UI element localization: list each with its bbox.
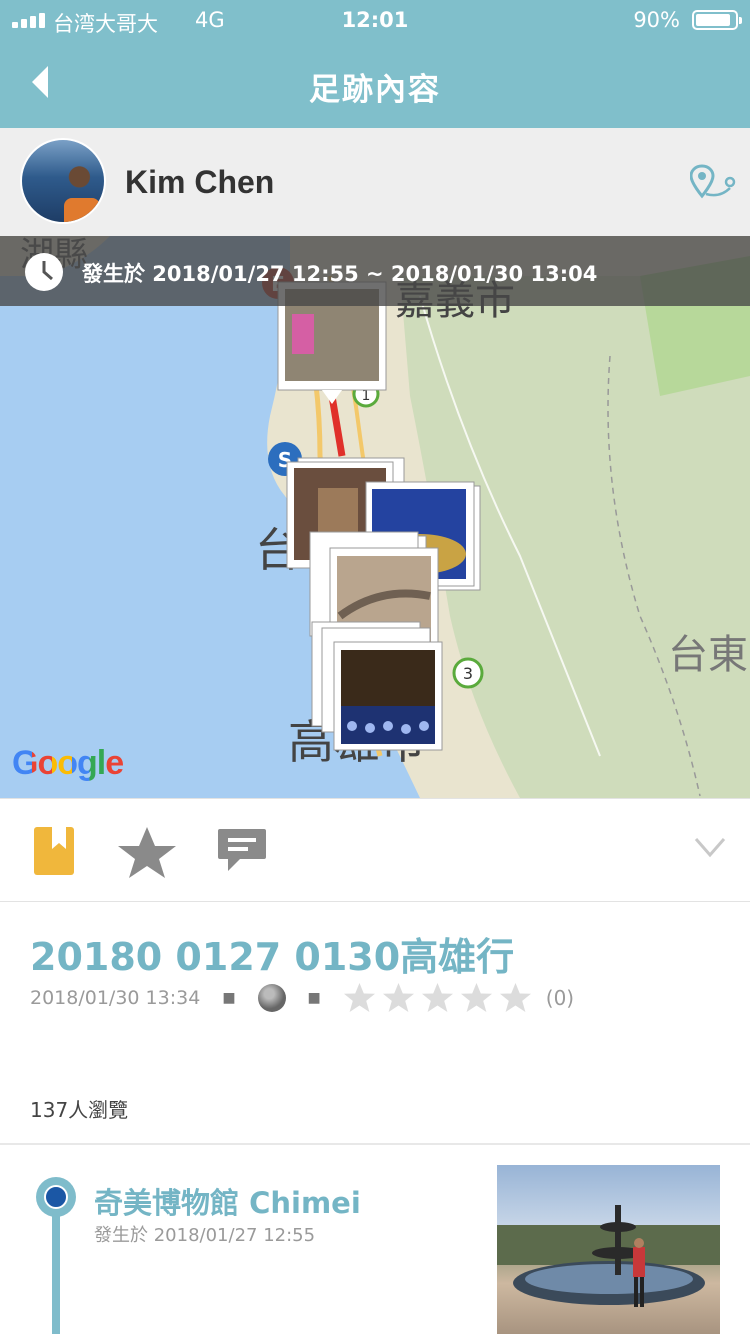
- bookmark-icon[interactable]: [32, 825, 76, 877]
- timeline-dot: [36, 1177, 76, 1217]
- map-canvas[interactable]: 湖縣 嘉義市 台 台東 高雄市 E S 1 3: [0, 236, 750, 798]
- battery-icon: [692, 10, 742, 30]
- location-pin-icon[interactable]: [690, 164, 736, 200]
- separator-dot: ■: [307, 990, 321, 1006]
- rating-count: (0): [545, 986, 575, 1010]
- footprint-time: 發生於 2018/01/27 12:55: [94, 1225, 316, 1246]
- rating-star-icon[interactable]: [382, 982, 415, 1014]
- trip-map[interactable]: 湖縣 嘉義市 台 台東 高雄市 E S 1 3: [0, 236, 750, 798]
- footprint-title[interactable]: 奇美博物館 Chimei: [94, 1180, 361, 1222]
- rating-star-icon[interactable]: [421, 982, 454, 1014]
- separator-dot: ■: [222, 990, 236, 1006]
- trip-meta: 2018/01/30 13:34 ■ ■ (0): [30, 982, 574, 1014]
- user-header: Kim Chen: [0, 128, 750, 236]
- timeline-line: [52, 1210, 60, 1334]
- globe-icon[interactable]: [257, 984, 286, 1012]
- action-bar: [0, 798, 750, 902]
- footprint-photo[interactable]: [497, 1165, 720, 1334]
- rating-star-icon[interactable]: [460, 982, 493, 1014]
- star-icon[interactable]: [116, 825, 178, 879]
- trip-title: 20180 0127 0130高雄行: [30, 935, 515, 979]
- map-label-4: 台東: [668, 632, 748, 678]
- status-bar: 台湾大哥大 4G 12:01 90%: [0, 0, 750, 40]
- divider: [0, 1143, 750, 1145]
- route-badge-3: 3: [463, 664, 473, 683]
- google-attribution: Google: [12, 744, 124, 782]
- time-range-bar: 發生於 2018/01/27 12:55 ~ 2018/01/30 13:04: [0, 236, 750, 306]
- fountain-image: [497, 1205, 720, 1307]
- time-range-text: 發生於 2018/01/27 12:55 ~ 2018/01/30 13:04: [82, 262, 598, 286]
- chevron-down-icon[interactable]: [694, 835, 726, 859]
- clock-icon: [25, 253, 63, 291]
- page-title: 足跡內容: [309, 72, 441, 108]
- rating-stars[interactable]: [343, 982, 532, 1014]
- top-bar: 台湾大哥大 4G 12:01 90% 足跡內容: [0, 0, 750, 128]
- comment-icon[interactable]: [216, 827, 268, 875]
- rating-star-icon[interactable]: [343, 982, 376, 1014]
- rating-star-icon[interactable]: [499, 982, 532, 1014]
- avatar[interactable]: [20, 138, 106, 224]
- user-name[interactable]: Kim Chen: [125, 164, 274, 201]
- view-count: 137人瀏覽: [30, 1098, 129, 1122]
- google-logo: Google: [12, 744, 124, 783]
- trip-date: 2018/01/30 13:34: [30, 987, 201, 1009]
- photo-marker-4[interactable]: [311, 621, 443, 751]
- battery-percent: 90%: [633, 8, 680, 32]
